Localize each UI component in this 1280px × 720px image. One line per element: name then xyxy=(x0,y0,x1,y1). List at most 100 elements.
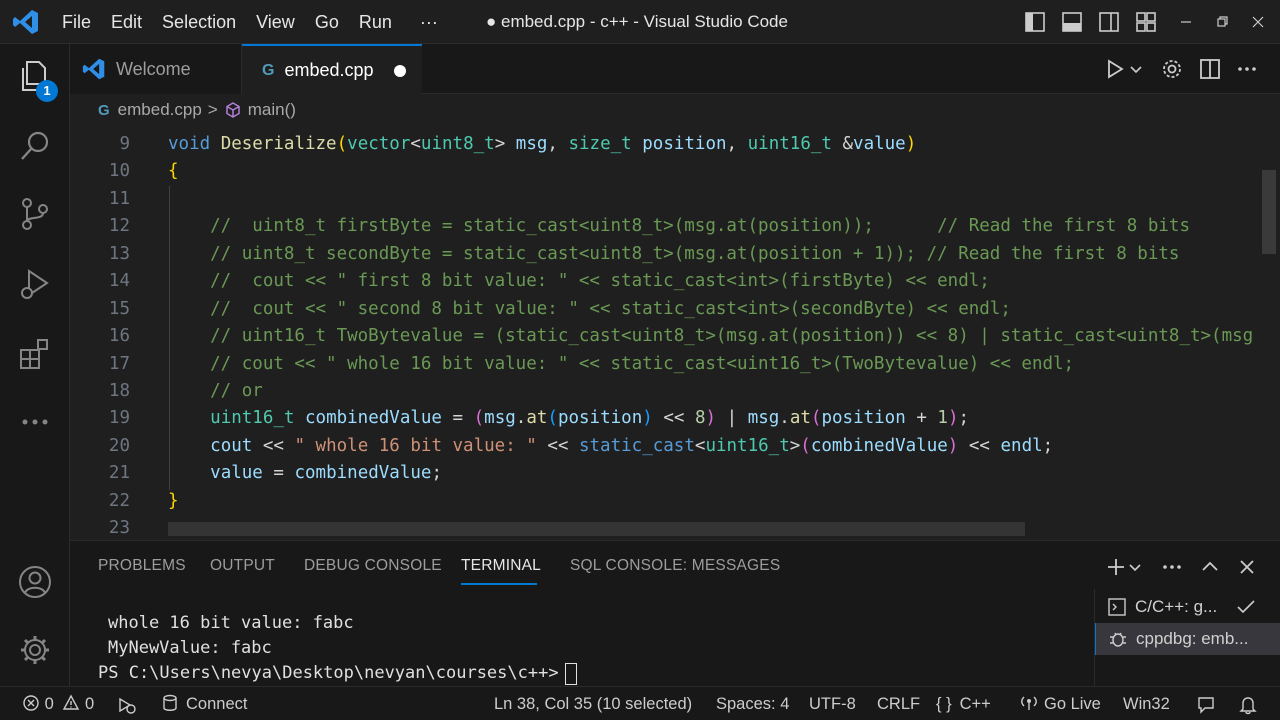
language-mode[interactable]: { } C++ xyxy=(936,687,991,720)
tab-problems[interactable]: PROBLEMS xyxy=(98,557,186,575)
split-editor-icon[interactable] xyxy=(1197,56,1223,82)
indentation-status[interactable]: Spaces: 4 xyxy=(716,687,789,720)
line-number: 16 xyxy=(108,326,130,346)
error-icon xyxy=(23,695,39,711)
broadcast-icon xyxy=(1021,696,1037,710)
cpp-file-icon: G xyxy=(262,61,275,79)
code-line: // cout << " whole 16 bit value: " << st… xyxy=(168,354,1075,374)
terminal-item-label: cppdbg: emb... xyxy=(1136,629,1249,648)
line-number: 11 xyxy=(108,189,130,209)
menu-run[interactable]: Run xyxy=(349,0,402,44)
extensions-icon[interactable] xyxy=(17,336,53,372)
breadcrumb-file[interactable]: embed.cpp xyxy=(118,100,202,120)
terminal-line: whole 16 bit value: fabc xyxy=(108,613,354,633)
eol-status[interactable]: CRLF xyxy=(877,687,920,720)
code-line: { xyxy=(168,161,179,181)
database-icon xyxy=(163,694,177,711)
terminal-line: MyNewValue: fabc xyxy=(108,638,272,658)
breadcrumb-symbol[interactable]: main() xyxy=(248,100,296,120)
terminal-output[interactable]: whole 16 bit value: fabc MyNewValue: fabc… xyxy=(98,611,577,686)
minimize-icon[interactable] xyxy=(1174,10,1198,34)
tab-embed-cpp[interactable]: G embed.cpp xyxy=(242,44,422,95)
check-icon xyxy=(1237,600,1255,614)
tab-sql-console[interactable]: SQL CONSOLE: MESSAGES xyxy=(570,557,780,575)
close-window-icon[interactable] xyxy=(1246,10,1270,34)
terminal-item-label: C/C++: g... xyxy=(1135,597,1218,616)
tab-welcome[interactable]: Welcome xyxy=(70,44,242,94)
run-and-debug-icon[interactable] xyxy=(17,266,53,302)
settings-gear-icon[interactable] xyxy=(1159,56,1185,82)
tab-output[interactable]: OUTPUT xyxy=(210,557,275,575)
customize-layout-icon[interactable] xyxy=(1134,10,1158,34)
line-number: 18 xyxy=(108,381,130,401)
language-label: C++ xyxy=(959,695,991,713)
connect-status[interactable]: Connect xyxy=(162,687,247,720)
line-number: 21 xyxy=(108,463,130,483)
notifications-bell-icon[interactable] xyxy=(1238,695,1258,715)
more-views-icon[interactable] xyxy=(17,404,53,440)
code-line: // cout << " second 8 bit value: " << st… xyxy=(168,299,1011,319)
debug-bug-icon xyxy=(1110,632,1126,647)
more-actions-icon[interactable] xyxy=(1160,555,1184,579)
code-line: cout << " whole 16 bit value: " << stati… xyxy=(210,436,1054,456)
terminal-item-cpp[interactable]: C/C++: g... xyxy=(1095,591,1280,623)
manage-gear-icon[interactable] xyxy=(17,632,53,668)
terminal-item-cppdbg[interactable]: cppdbg: emb... xyxy=(1095,623,1280,655)
code-line: void Deserialize(vector<uint8_t> msg, si… xyxy=(168,134,917,154)
go-live-status[interactable]: Go Live xyxy=(1020,687,1101,720)
menu-selection[interactable]: Selection xyxy=(152,0,246,44)
encoding-status[interactable]: UTF-8 xyxy=(809,687,856,720)
cpp-file-icon: G xyxy=(98,101,110,119)
line-number: 15 xyxy=(108,299,130,319)
unsaved-dot-icon[interactable] xyxy=(394,65,406,77)
vertical-scrollbar[interactable] xyxy=(1262,170,1276,254)
toggle-secondary-sidebar-icon[interactable] xyxy=(1097,10,1121,34)
menu-more[interactable]: ··· xyxy=(410,0,448,44)
platform-status[interactable]: Win32 xyxy=(1123,687,1170,720)
code-editor[interactable]: 9 10 11 12 13 14 15 16 17 18 19 20 21 22… xyxy=(70,126,1280,540)
menu-edit[interactable]: Edit xyxy=(101,0,152,44)
chevron-down-icon[interactable] xyxy=(1128,555,1142,579)
code-line: uint16_t combinedValue = (msg.at(positio… xyxy=(210,408,970,428)
restore-icon[interactable] xyxy=(1210,10,1234,34)
line-number: 13 xyxy=(108,244,130,264)
more-actions-icon[interactable] xyxy=(1234,56,1260,82)
title-bar: File Edit Selection View Go Run ··· ● em… xyxy=(0,0,1280,44)
tab-label: embed.cpp xyxy=(284,60,374,80)
window-title: ● embed.cpp - c++ - Visual Studio Code xyxy=(486,12,788,31)
code-line: // uint8_t firstByte = static_cast<uint8… xyxy=(168,216,1190,236)
feedback-icon[interactable] xyxy=(1196,695,1216,715)
toggle-panel-icon[interactable] xyxy=(1060,10,1084,34)
maximize-panel-chevron-up-icon[interactable] xyxy=(1198,555,1222,579)
search-icon[interactable] xyxy=(17,128,53,164)
terminal-icon xyxy=(1108,598,1126,616)
tab-debug-console[interactable]: DEBUG CONSOLE xyxy=(304,557,442,575)
problems-status[interactable]: 0 0 xyxy=(22,687,94,720)
debug-launch-icon[interactable] xyxy=(116,695,138,715)
bottom-panel: PROBLEMS OUTPUT DEBUG CONSOLE TERMINAL S… xyxy=(70,540,1280,687)
run-file-icon[interactable] xyxy=(1102,56,1128,82)
explorer-badge: 1 xyxy=(36,80,58,102)
tab-terminal[interactable]: TERMINAL xyxy=(461,557,541,575)
menu-go[interactable]: Go xyxy=(305,0,349,44)
accounts-icon[interactable] xyxy=(17,564,53,600)
line-number: 17 xyxy=(108,354,130,374)
close-panel-icon[interactable] xyxy=(1235,555,1259,579)
cursor-position[interactable]: Ln 38, Col 35 (10 selected) xyxy=(494,687,692,720)
terminal-cursor xyxy=(564,662,577,685)
go-live-label: Go Live xyxy=(1044,695,1101,713)
code-line: // or xyxy=(168,381,263,401)
new-terminal-plus-icon[interactable] xyxy=(1104,555,1128,579)
line-number: 19 xyxy=(108,408,130,428)
chevron-down-icon[interactable] xyxy=(1128,56,1144,82)
code-line: // uint16_t TwoBytevalue = (static_cast<… xyxy=(168,326,1254,346)
error-count: 0 xyxy=(44,695,54,713)
horizontal-scrollbar[interactable] xyxy=(168,522,1025,536)
status-bar: 0 0 Connect Ln 38, Col 35 (10 selected) … xyxy=(0,686,1280,720)
source-control-icon[interactable] xyxy=(17,196,53,232)
menu-file[interactable]: File xyxy=(52,0,101,44)
menu-bar: File Edit Selection View Go Run ··· xyxy=(52,0,448,44)
connect-label: Connect xyxy=(186,695,248,713)
menu-view[interactable]: View xyxy=(246,0,305,44)
toggle-primary-sidebar-icon[interactable] xyxy=(1023,10,1047,34)
